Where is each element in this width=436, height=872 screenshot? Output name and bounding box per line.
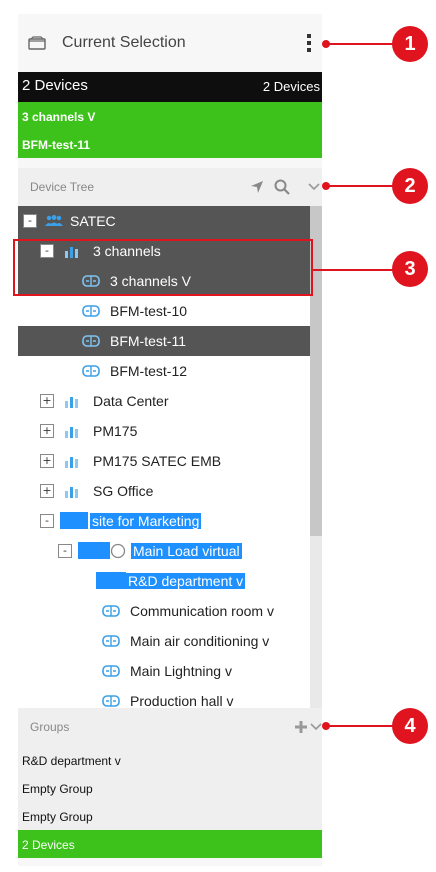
device-icon	[102, 635, 120, 647]
current-selection-header: Current Selection	[18, 14, 322, 72]
annotation-badge-2: 2	[392, 168, 428, 204]
bar-chart-icon	[65, 427, 78, 438]
selection-count-right: 2 Devices	[262, 79, 320, 94]
collapse-icon[interactable]: -	[23, 214, 37, 228]
group-item-selected[interactable]: 2 Devices	[18, 830, 322, 858]
folder-icon	[28, 36, 46, 50]
tree-node-production-hall-v[interactable]: Production hall v	[18, 686, 310, 708]
device-icon	[82, 335, 100, 347]
group-item[interactable]: R&D department v	[18, 746, 322, 774]
kebab-menu-icon[interactable]	[306, 34, 312, 52]
annotation-line	[326, 185, 396, 187]
add-group-icon[interactable]	[294, 720, 308, 734]
selected-device-item[interactable]: BFM-test-11	[18, 130, 322, 158]
tree-node-communication-room-v[interactable]: Communication room v	[18, 596, 310, 626]
selection-count-left: 2 Devices	[22, 77, 88, 94]
device-panel: Current Selection 2 Devices 2 Devices 3 …	[18, 14, 322, 866]
expand-icon[interactable]: +	[40, 484, 54, 498]
groups-title: Groups	[30, 720, 70, 734]
annotation-badge-1: 1	[392, 26, 428, 62]
tree-node-rd-department-v[interactable]: R&D department v	[18, 566, 310, 596]
device-icon	[82, 365, 100, 377]
tree-node-bfm-test-10[interactable]: BFM-test-10	[18, 296, 310, 326]
expand-icon[interactable]: +	[40, 454, 54, 468]
bar-chart-icon	[65, 457, 78, 468]
group-item[interactable]: Empty Group	[18, 802, 322, 830]
people-icon	[45, 215, 63, 226]
device-icon	[102, 695, 120, 707]
group-item[interactable]: Empty Group	[18, 774, 322, 802]
device-icon	[96, 572, 126, 589]
expand-icon[interactable]: +	[40, 424, 54, 438]
annotation-line	[326, 43, 396, 45]
tree-node-bfm-test-11[interactable]: BFM-test-11	[18, 326, 310, 356]
bar-chart-icon	[65, 397, 78, 408]
collapse-icon[interactable]: -	[58, 544, 72, 558]
tree-node-pm175-satec-emb[interactable]: + PM175 SATEC EMB	[18, 446, 310, 476]
device-tree-title: Device Tree	[30, 180, 95, 194]
tree-node-bfm-test-12[interactable]: BFM-test-12	[18, 356, 310, 386]
chevron-down-icon[interactable]	[308, 183, 320, 191]
tree-node-satec[interactable]: - SATEC	[18, 206, 310, 236]
device-tree-header: Device Tree	[18, 168, 322, 206]
tree-node-main-lightning-v[interactable]: Main Lightning v	[18, 656, 310, 686]
device-icon	[78, 542, 110, 559]
highlight-box	[13, 239, 313, 296]
annotation-line	[313, 269, 397, 271]
annotation-badge-3: 3	[392, 251, 428, 287]
current-selection-title: Current Selection	[62, 34, 186, 51]
bar-chart-icon	[65, 487, 78, 498]
selected-device-item[interactable]: 3 channels V	[18, 102, 322, 130]
tree-node-main-air-conditioning-v[interactable]: Main air conditioning v	[18, 626, 310, 656]
groups-header: Groups	[18, 708, 322, 746]
search-icon[interactable]	[274, 179, 290, 195]
radio-circle-icon[interactable]	[110, 543, 126, 559]
tree-node-site-for-marketing[interactable]: - site for Marketing	[18, 506, 310, 536]
collapse-icon[interactable]: -	[40, 514, 54, 528]
chevron-down-icon[interactable]	[310, 723, 322, 731]
locate-icon[interactable]	[250, 180, 264, 194]
device-icon	[82, 305, 100, 317]
device-icon	[102, 605, 120, 617]
tree-node-pm175[interactable]: + PM175	[18, 416, 310, 446]
bar-chart-icon	[60, 512, 88, 529]
device-icon	[102, 665, 120, 677]
tree-node-sg-office[interactable]: + SG Office	[18, 476, 310, 506]
annotation-line	[326, 725, 396, 727]
expand-icon[interactable]: +	[40, 394, 54, 408]
tree-node-main-load-virtual[interactable]: - Main Load virtual	[18, 536, 310, 566]
annotation-badge-4: 4	[392, 708, 428, 744]
tree-node-data-center[interactable]: + Data Center	[18, 386, 310, 416]
selection-summary-row[interactable]: 2 Devices 2 Devices	[18, 72, 322, 102]
